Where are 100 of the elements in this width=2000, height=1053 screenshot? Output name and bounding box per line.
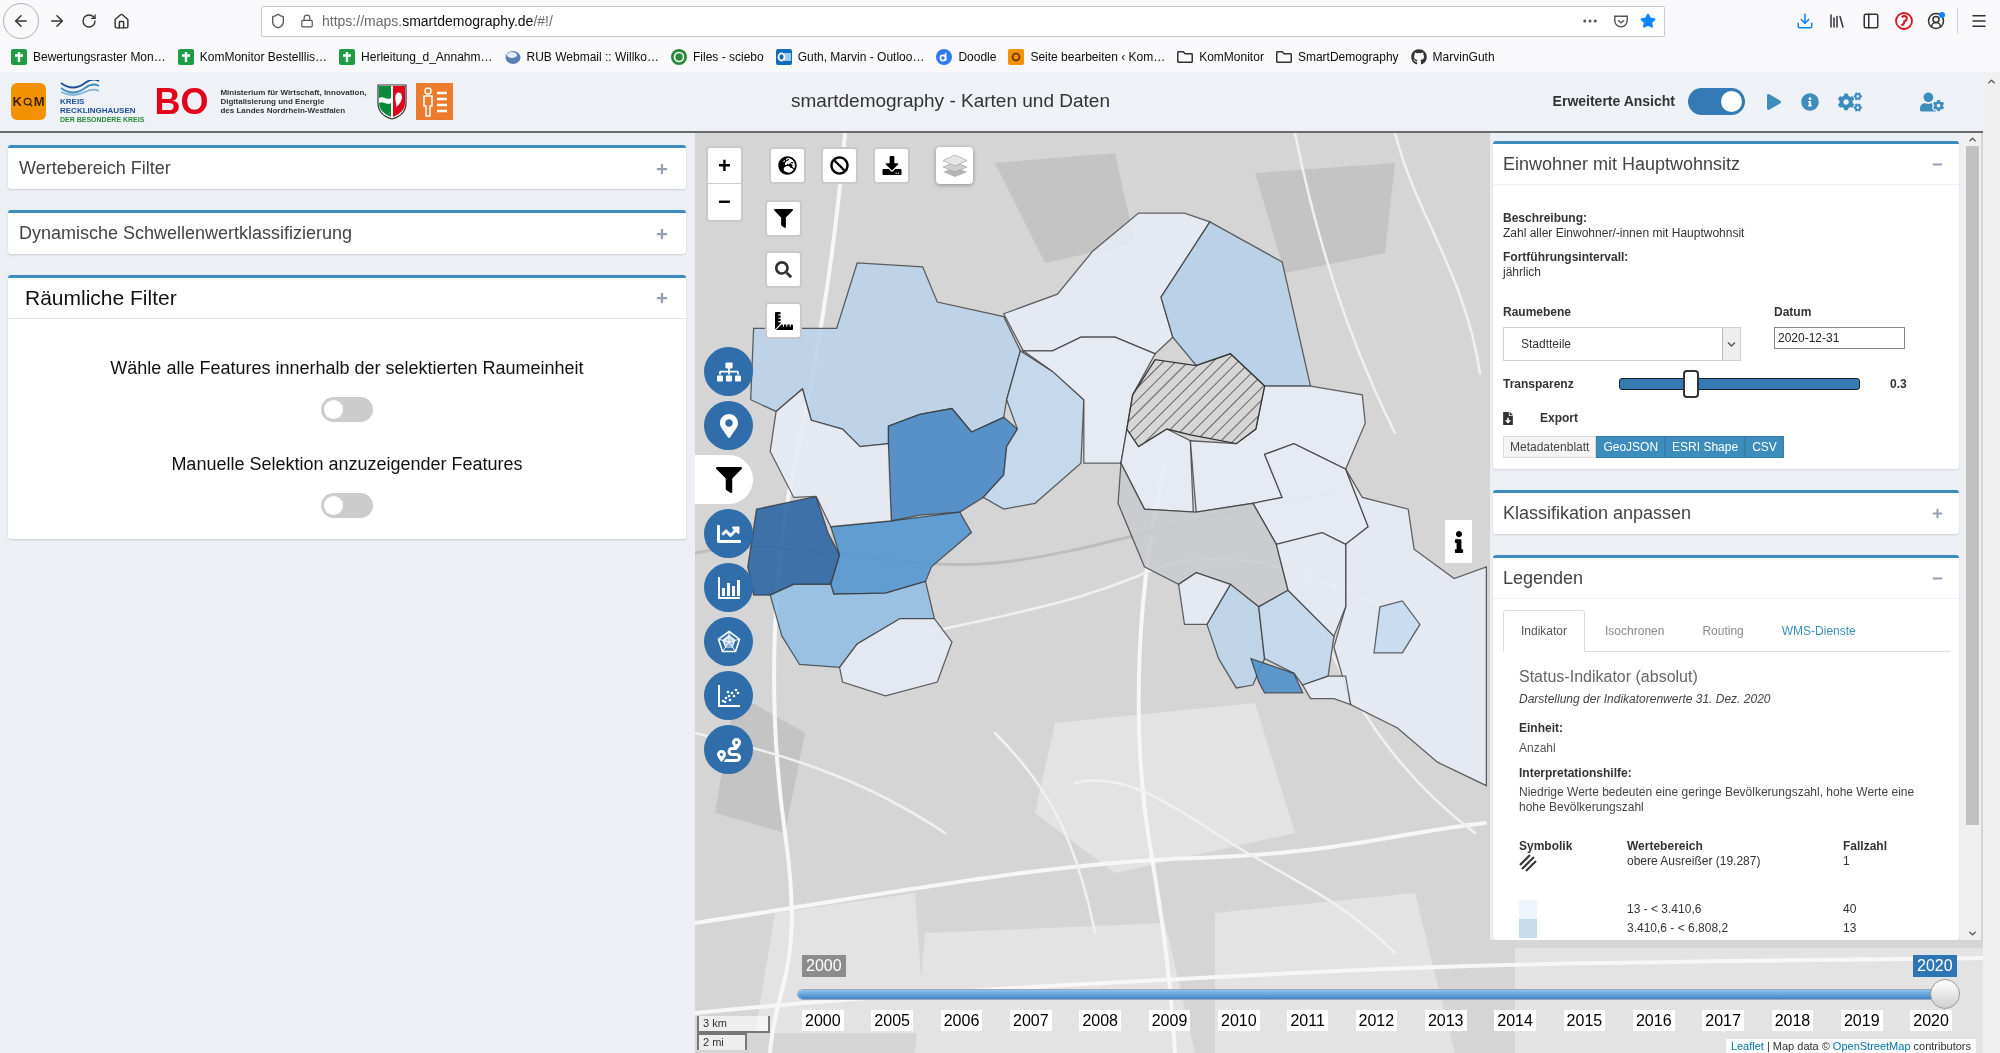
year-label: 2009 (1148, 1010, 1191, 1031)
address-bar[interactable]: https://maps.smartdemography.de/#!/ (261, 5, 1665, 37)
hook-circle-icon[interactable] (1895, 12, 1913, 30)
field-label: Einheit: (1519, 720, 1564, 736)
export-button[interactable]: GeoJSON (1596, 436, 1666, 458)
filter-icon (774, 209, 793, 228)
expand-button[interactable] (656, 227, 668, 240)
card-title[interactable]: Wertebereich Filter (19, 155, 171, 182)
export-label: Export (1540, 410, 1578, 427)
field-label: Fortführungsintervall: (1503, 250, 1630, 265)
year-label: 2018 (1771, 1010, 1814, 1031)
map-tool-button[interactable] (765, 302, 802, 339)
account-icon[interactable] (1927, 12, 1945, 30)
legend-tab[interactable]: WMS-Dienste (1763, 610, 1874, 652)
attribution-note: | Map data © (1766, 1039, 1830, 1053)
legend-heading: Status-Indikator (absolut) (1519, 667, 1699, 687)
expand-button[interactable] (656, 162, 668, 175)
column-header: Wertebereich (1627, 839, 1704, 854)
expand-button[interactable] (656, 292, 668, 304)
toggle-switch[interactable] (1688, 88, 1745, 115)
sidebar-button[interactable] (695, 455, 753, 504)
legend-subheading: Darstellung der Indikatorenwerte 31. Dez. 2020 (1519, 691, 1772, 707)
ruler-icon (774, 311, 793, 330)
year-label: 2016 (1632, 1010, 1675, 1031)
plus-card-icon (177, 49, 194, 65)
field-label: Transparenz (1503, 376, 1575, 393)
download-icon[interactable] (1796, 12, 1814, 30)
sitemap-icon (716, 359, 741, 384)
bookmark-item[interactable]: MarvinGuth (1410, 48, 1495, 66)
bookmark-item[interactable]: Guth, Marvin - Outloo… (775, 48, 925, 66)
field-value: jährlich (1503, 265, 1542, 280)
attribution-link[interactable]: OpenStreetMap (1832, 1039, 1911, 1053)
reload-icon (81, 13, 97, 29)
app-title: smartdemography - Karten und Daten (791, 89, 1110, 114)
year-label: 2006 (940, 1010, 983, 1031)
year-label: 2010 (1218, 1010, 1260, 1031)
user-settings-icon[interactable] (1920, 91, 1944, 112)
table-cell-text: obere Ausreißer (19.287) (1627, 854, 1762, 869)
export-button[interactable]: CSV (1745, 436, 1784, 458)
info-button[interactable] (1445, 520, 1472, 563)
bookmark-item[interactable]: Herleitung_d_Annahm… (339, 48, 493, 66)
hatch-icon (1519, 854, 1537, 872)
field-label: Datum (1774, 305, 1813, 320)
year-label: 2012 (1355, 1010, 1398, 1031)
year-label: 2015 (1563, 1010, 1606, 1031)
bookmark-item[interactable]: KomMonitor (1177, 48, 1264, 66)
play-icon[interactable] (1767, 93, 1781, 110)
bookmark-item[interactable]: Bewertungsraster Mon… (11, 48, 166, 66)
field-value: Niedrige Werte bedeuten eine geringe Bevölkerungszahl, hohe Werte eine hohe Bevölkerungszahl (1519, 785, 1916, 815)
attribution-note: contributors (1913, 1039, 1971, 1053)
year-label: 2011 (1287, 1010, 1328, 1031)
bookmark-item[interactable]: Seite bearbeiten ‹ Kom… (1008, 48, 1166, 66)
card-title[interactable]: Dynamische Schwellenwertklassifizierung (19, 220, 353, 247)
cat-icon (1410, 49, 1427, 65)
slider-thumb[interactable] (1683, 370, 1700, 398)
plus-icon (1932, 508, 1943, 519)
menu-icon[interactable] (1970, 12, 1988, 30)
export-button[interactable]: ESRI Shape (1665, 436, 1746, 458)
year-badge: 2000 (802, 955, 846, 977)
zoom-out-button[interactable]: − (708, 184, 741, 220)
logo-text: M (33, 95, 45, 108)
bookmark-item[interactable]: Doodle (936, 48, 997, 66)
map-tool-button[interactable] (873, 147, 910, 184)
card-title[interactable]: Klassifikation anpassen (1503, 500, 1692, 527)
gears-icon[interactable] (1838, 91, 1862, 112)
info-icon[interactable] (1801, 92, 1819, 111)
map-tool-button[interactable] (821, 147, 858, 184)
library-icon[interactable] (1828, 12, 1846, 30)
field-value: Anzahl (1519, 740, 1557, 756)
map-tool-button[interactable] (769, 147, 806, 184)
card-title[interactable]: Räumliche Filter (25, 282, 177, 314)
year-label: 2013 (1424, 1010, 1467, 1031)
shield-chevron-icon[interactable] (1613, 13, 1629, 29)
bookmark-item[interactable]: Files - sciebo (671, 48, 764, 66)
mail-icon (775, 49, 792, 65)
spatial-level-select[interactable]: Stadtteile (1503, 327, 1741, 361)
folder-icon (1275, 49, 1292, 65)
bookmark-item[interactable]: RUB Webmail :: Willko… (504, 48, 659, 66)
year-label: 2000 (802, 1010, 844, 1031)
card-title[interactable]: Einwohner mit Hauptwohnsitz (1503, 150, 1741, 178)
map-tool-button[interactable] (765, 200, 802, 237)
zoom-in-button[interactable]: + (708, 148, 741, 184)
map-tool-button[interactable] (765, 251, 802, 288)
chevron-down-icon (1967, 928, 1978, 939)
card-title[interactable]: Legenden (1503, 564, 1584, 592)
sidebar-icon[interactable] (1862, 12, 1880, 30)
date-field[interactable]: 2020-12-31 (1774, 327, 1905, 349)
toggle-switch[interactable] (321, 397, 373, 422)
export-button[interactable]: Metadatenblatt (1503, 436, 1597, 458)
field-label: Raumebene (1503, 305, 1573, 320)
layers-icon (941, 153, 968, 178)
attribution-link[interactable]: Leaflet (1730, 1039, 1764, 1053)
bookmark-item[interactable]: KomMonitor Bestelllis… (177, 48, 328, 66)
bookmark-item[interactable]: SmartDemography (1275, 48, 1399, 66)
toggle-switch[interactable] (321, 493, 373, 518)
scale-bar: 3 km (697, 1016, 770, 1033)
collapse-button[interactable] (1932, 508, 1943, 519)
star-icon[interactable] (1640, 13, 1656, 29)
legend-tab[interactable]: Indikator (1503, 610, 1586, 652)
dot-circle-icon (936, 49, 953, 65)
